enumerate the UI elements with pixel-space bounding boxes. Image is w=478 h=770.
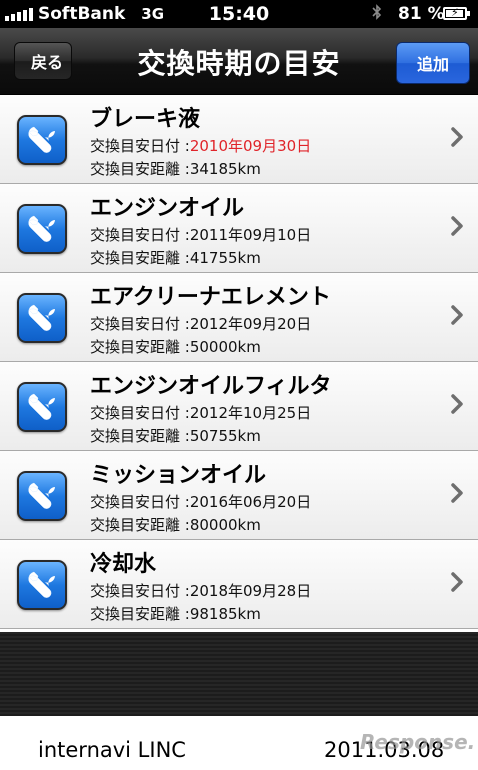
maintenance-list: ブレーキ液 交換目安日付 :2010年09月30日 交換目安距離 :34185k… (0, 95, 478, 629)
navigation-bar: 戻る 交換時期の目安 追加 (0, 28, 478, 95)
list-item[interactable]: 冷却水 交換目安日付 :2018年09月28日 交換目安距離 :98185km (0, 540, 478, 629)
item-distance-line: 交換目安距離 :98185km (90, 605, 261, 623)
add-button-label: 追加 (416, 55, 449, 74)
caption-left: internavi LINC (38, 738, 186, 762)
item-distance-line: 交換目安距離 :41755km (90, 249, 261, 267)
item-name: ミッションオイル (90, 463, 267, 488)
list-item[interactable]: エンジンオイル 交換目安日付 :2011年09月10日 交換目安距離 :4175… (0, 184, 478, 273)
watermark-logo: Response. (360, 730, 476, 754)
item-date-line: 交換目安日付 :2012年09月20日 (90, 315, 312, 333)
item-date-line: 交換目安日付 :2016年06月20日 (90, 493, 312, 511)
item-date-line: 交換目安日付 :2011年09月10日 (90, 226, 312, 244)
item-distance: 98185km (189, 605, 261, 623)
item-distance: 50755km (189, 427, 261, 445)
page-title: 交換時期の目安 (137, 47, 341, 80)
chevron-right-icon (450, 393, 464, 415)
item-name: エンジンオイル (90, 196, 245, 221)
item-name: エアクリーナエレメント (90, 285, 331, 310)
item-distance-line: 交換目安距離 :50000km (90, 338, 261, 356)
item-name: エンジンオイルフィルタ (90, 374, 332, 399)
item-date: 2012年09月20日 (189, 315, 312, 333)
chevron-right-icon (450, 304, 464, 326)
list-item[interactable]: エアクリーナエレメント 交換目安日付 :2012年09月20日 交換目安距離 :… (0, 273, 478, 362)
item-distance-label: 交換目安距離 (90, 516, 181, 534)
item-date-label: 交換目安日付 (90, 404, 181, 422)
bluetooth-icon (372, 4, 382, 25)
wrench-icon (17, 293, 67, 343)
item-distance: 50000km (189, 338, 261, 356)
item-distance-label: 交換目安距離 (90, 605, 181, 623)
item-name: 冷却水 (90, 552, 157, 577)
item-date-line: 交換目安日付 :2018年09月28日 (90, 582, 312, 600)
wrench-icon (17, 115, 67, 165)
wrench-icon (17, 560, 67, 610)
back-button[interactable]: 戻る (14, 42, 72, 80)
item-date: 2012年10月25日 (189, 404, 312, 422)
empty-area (0, 632, 478, 716)
item-date-label: 交換目安日付 (90, 137, 181, 155)
chevron-right-icon (450, 215, 464, 237)
list-item[interactable]: エンジンオイルフィルタ 交換目安日付 :2012年10月25日 交換目安距離 :… (0, 362, 478, 451)
item-distance-line: 交換目安距離 :80000km (90, 516, 261, 534)
item-date-label: 交換目安日付 (90, 493, 181, 511)
item-distance-line: 交換目安距離 :50755km (90, 427, 261, 445)
battery-charging-icon: ⚡ (443, 6, 470, 20)
wrench-icon (17, 382, 67, 432)
chevron-right-icon (450, 571, 464, 593)
item-date-label: 交換目安日付 (90, 582, 181, 600)
item-name: ブレーキ液 (90, 107, 201, 132)
back-button-label: 戻る (30, 53, 63, 72)
item-distance: 80000km (189, 516, 261, 534)
item-date-line: 交換目安日付 :2010年09月30日 (90, 137, 312, 155)
item-distance-label: 交換目安距離 (90, 338, 181, 356)
item-distance-label: 交換目安距離 (90, 427, 181, 445)
item-distance-label: 交換目安距離 (90, 249, 181, 267)
item-date-line: 交換目安日付 :2012年10月25日 (90, 404, 312, 422)
item-distance: 34185km (189, 160, 261, 178)
item-date: 2010年09月30日 (189, 137, 312, 155)
item-distance-line: 交換目安距離 :34185km (90, 160, 261, 178)
list-item[interactable]: ミッションオイル 交換目安日付 :2016年06月20日 交換目安距離 :800… (0, 451, 478, 540)
chevron-right-icon (450, 482, 464, 504)
item-date: 2018年09月28日 (189, 582, 312, 600)
add-button[interactable]: 追加 (396, 42, 470, 84)
item-date-label: 交換目安日付 (90, 315, 181, 333)
status-bar: SoftBank 3G 15:40 81 % ⚡ (0, 0, 478, 28)
chevron-right-icon (450, 126, 464, 148)
wrench-icon (17, 204, 67, 254)
item-distance: 41755km (189, 249, 261, 267)
list-item[interactable]: ブレーキ液 交換目安日付 :2010年09月30日 交換目安距離 :34185k… (0, 95, 478, 184)
item-date-label: 交換目安日付 (90, 226, 181, 244)
wrench-icon (17, 471, 67, 521)
battery-percent: 81 % (398, 4, 445, 24)
item-date: 2016年06月20日 (189, 493, 312, 511)
item-distance-label: 交換目安距離 (90, 160, 181, 178)
item-date: 2011年09月10日 (189, 226, 312, 244)
